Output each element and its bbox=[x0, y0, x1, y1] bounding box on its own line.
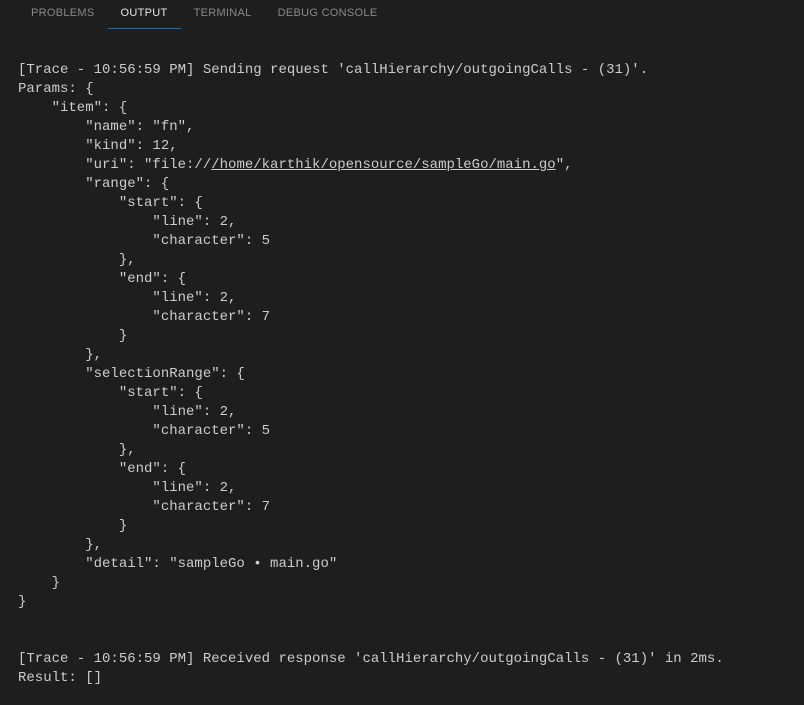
tab-debug-console[interactable]: DEBUG CONSOLE bbox=[265, 0, 391, 29]
selstart-close: }, bbox=[18, 442, 136, 458]
item-close: } bbox=[18, 575, 60, 591]
range-open: "range": { bbox=[18, 176, 169, 192]
end-char: "character": 7 bbox=[18, 309, 270, 325]
selstart-line: "line": 2, bbox=[18, 404, 236, 420]
selend-open: "end": { bbox=[18, 461, 186, 477]
item-kind: "kind": 12, bbox=[18, 138, 178, 154]
start-close: }, bbox=[18, 252, 136, 268]
start-char: "character": 5 bbox=[18, 233, 270, 249]
tab-output[interactable]: OUTPUT bbox=[108, 0, 181, 29]
selrange-close: }, bbox=[18, 537, 102, 553]
item-uri-prefix: "uri": "file:// bbox=[18, 157, 211, 173]
selrange-open: "selectionRange": { bbox=[18, 366, 245, 382]
trace-receive-result: Result: [] bbox=[18, 670, 102, 686]
params-open: Params: { bbox=[18, 81, 94, 97]
trace-send-header: [Trace - 10:56:59 PM] Sending request 'c… bbox=[18, 62, 648, 78]
output-panel[interactable]: [Trace - 10:56:59 PM] Sending request 'c… bbox=[0, 30, 804, 700]
params-close: } bbox=[18, 594, 26, 610]
end-open: "end": { bbox=[18, 271, 186, 287]
tab-problems[interactable]: PROBLEMS bbox=[18, 0, 108, 29]
range-close: }, bbox=[18, 347, 102, 363]
selend-line: "line": 2, bbox=[18, 480, 236, 496]
tab-terminal[interactable]: TERMINAL bbox=[181, 0, 265, 29]
selend-char: "character": 7 bbox=[18, 499, 270, 515]
start-open: "start": { bbox=[18, 195, 203, 211]
uri-link[interactable]: /home/karthik/opensource/sampleGo/main.g… bbox=[211, 157, 555, 173]
end-line: "line": 2, bbox=[18, 290, 236, 306]
item-uri-suffix: ", bbox=[556, 157, 573, 173]
item-open: "item": { bbox=[18, 100, 127, 116]
selstart-char: "character": 5 bbox=[18, 423, 270, 439]
start-line: "line": 2, bbox=[18, 214, 236, 230]
trace-receive-header: [Trace - 10:56:59 PM] Received response … bbox=[18, 651, 724, 667]
item-name: "name": "fn", bbox=[18, 119, 194, 135]
selstart-open: "start": { bbox=[18, 385, 203, 401]
panel-tabs: PROBLEMS OUTPUT TERMINAL DEBUG CONSOLE bbox=[0, 0, 804, 30]
item-detail: "detail": "sampleGo • main.go" bbox=[18, 556, 337, 572]
selend-close: } bbox=[18, 518, 127, 534]
end-close: } bbox=[18, 328, 127, 344]
